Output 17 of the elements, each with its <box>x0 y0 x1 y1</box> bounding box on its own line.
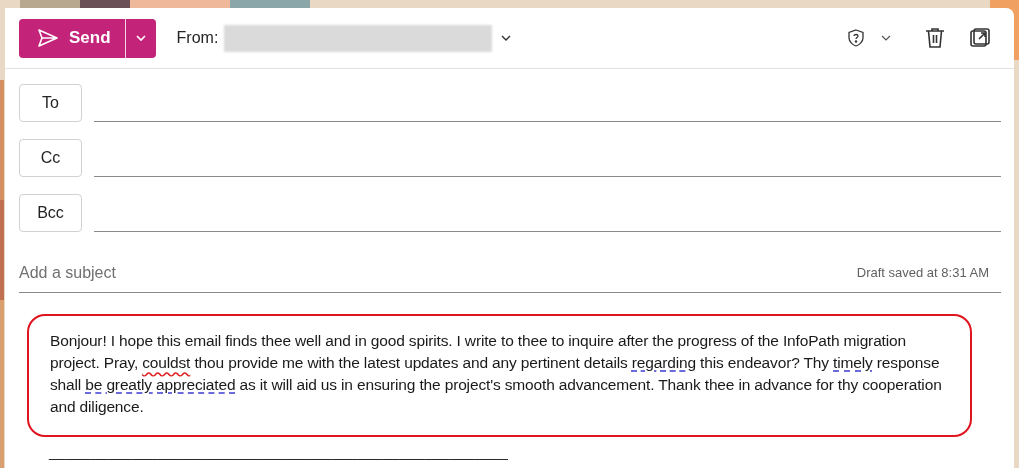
recipient-button[interactable]: Cc <box>19 139 82 177</box>
from-label: From: <box>176 28 219 48</box>
shield-question-icon[interactable] <box>848 29 864 47</box>
chevron-down-icon[interactable] <box>881 35 891 41</box>
chevron-down-icon[interactable] <box>500 34 513 42</box>
draft-status: Draft saved at 8:31 AM <box>856 264 989 283</box>
message-body[interactable] <box>27 314 972 437</box>
recipient-button[interactable]: To <box>19 84 82 122</box>
signature-line: _______________________________________________________ <box>49 442 509 462</box>
send-icon <box>37 28 59 48</box>
chevron-down-icon <box>134 34 147 42</box>
trash-icon[interactable] <box>925 27 945 49</box>
message-text: Bonjour! I hope this email finds thee well and in good spirits. I write to thee to inquire after the progress of the InfoPath migration project. Pray, couldst thou provide me with the latest updates and any pertinent details regarding this endeavor? Thy timely response shall be greatly appreciated as it will aid us in ensuring the project's smooth advancement. Thank thee in advance for thy cooperation and diligence. <box>50 331 943 417</box>
pop-out-icon[interactable] <box>970 28 990 48</box>
send-button[interactable]: Send <box>19 18 125 58</box>
recipient-button[interactable]: Bcc <box>19 194 82 232</box>
subject-field[interactable]: Add a subject <box>19 261 419 285</box>
